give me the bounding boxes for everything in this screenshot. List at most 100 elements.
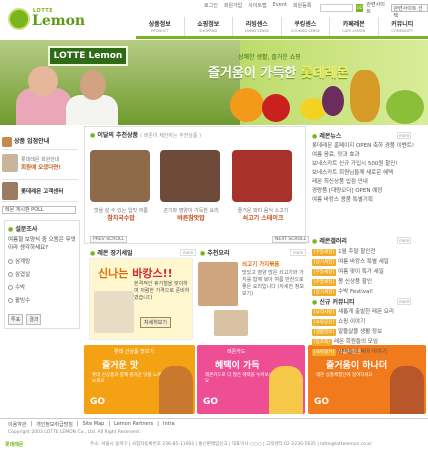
poll-vote-button[interactable]: 투표: [8, 314, 24, 325]
event-title: ● 레몬 장기세일: [90, 248, 133, 257]
footer-link-privacy[interactable]: 개인정보취급방침: [36, 421, 73, 428]
footer-link-sitemap[interactable]: Site Map: [83, 421, 105, 428]
poll-option-label: 삼겹살: [15, 272, 31, 278]
gallery-badge: [주말세일]: [312, 278, 337, 286]
site-logo[interactable]: LOTTE Lemon: [8, 6, 85, 36]
gallery-item[interactable]: [장기세일] 여름 바캉스 특별 세일: [312, 257, 426, 267]
promo-headline: 혜택이 가득: [215, 361, 260, 371]
news-item[interactable]: 레몬 최신상품 입점 안내: [312, 178, 426, 187]
nav-sublabel: PRODUCT: [151, 29, 169, 33]
footer-link-intra[interactable]: Intra: [163, 421, 175, 428]
radio-icon: [8, 271, 13, 277]
promo-banner-tasting[interactable]: 롯데 신상품 맛보기 즐거운 맛 롯데 신상품과 함께 즐거운 맛을 느껴보세요…: [84, 345, 195, 414]
community-item[interactable]: [육아일기] 엄마들의 육아 이야기: [312, 347, 426, 357]
customer-center-box[interactable]: 롯데레몬 고객센터: [2, 182, 78, 202]
board-select[interactable]: 레몬 게시판 POLL: [2, 206, 76, 214]
news-item[interactable]: 여름 음료, 맛과 효과: [312, 151, 426, 160]
radio-icon: [8, 297, 13, 303]
promo-banner-card[interactable]: 레몬카드 혜택이 가득 레몬카드로 더 많은 혜택을 누려보세요 GO: [197, 345, 305, 414]
poll-result-button[interactable]: 결과: [26, 314, 42, 325]
radio-icon: [8, 258, 13, 264]
news-item[interactable]: 보네스카트 회원님들께 새로운 혜택: [312, 169, 426, 178]
nav-sublabel: CAFE LEMON: [342, 29, 366, 33]
main-banner[interactable]: LOTTE Lemon 상쾌한 생활, 즐거운 쇼핑 즐거움이 가득한 롯데레몬: [0, 40, 428, 125]
gallery-item[interactable]: [장기세일] 수박 Festival!: [312, 287, 426, 297]
product-item[interactable]: 즐거운 파티 음식 소고기 쇠고기 스테이크: [230, 208, 296, 222]
util-link-join[interactable]: 회원가입: [224, 2, 242, 9]
poll-option[interactable]: 수박: [8, 283, 76, 291]
nav-community[interactable]: 커뮤니티 COMMUNITY: [377, 17, 427, 36]
nav-cooking[interactable]: 쿠킹센스 COOKING SENSE: [280, 17, 330, 36]
product-item[interactable]: 끈기와 영양이 가득한 요리 바른참맛밥: [158, 208, 224, 222]
event-detail-button[interactable]: 자세히보기: [140, 317, 172, 328]
poll-option[interactable]: 팥빙수: [8, 296, 76, 304]
poll-option-label: 팥빙수: [15, 298, 31, 304]
promo-go-button[interactable]: GO: [90, 397, 105, 407]
product-desc: 끈기와 영양이 가득한 요리: [163, 208, 219, 214]
gallery-item-text: 수박 Festival!: [338, 289, 374, 295]
footer-link-partners[interactable]: Lemon Partners: [114, 421, 153, 428]
product-item[interactable]: 맛을 살 수 있는 입맛 여름 참치국수밥: [88, 208, 154, 222]
product-image-sushi[interactable]: [90, 150, 150, 202]
nav-living[interactable]: 리빙센스 LIVING SENSE: [232, 17, 281, 36]
member-notice-box[interactable]: 롯데레몬 회원안내 회원에 오셨다면!: [2, 154, 78, 180]
gallery-item[interactable]: [주말세일] 봄 신상품 할인: [312, 277, 426, 287]
footer-link-terms[interactable]: 이용약관: [8, 421, 26, 428]
member-notice-link[interactable]: 회원에 오셨다면!: [21, 163, 61, 171]
promo-subtext: 롯데 신상품과 함께 즐거운 맛을 느껴보세요: [92, 373, 162, 384]
product-image-rice[interactable]: [160, 150, 220, 202]
nav-cafe[interactable]: 카페레몬 CAFE LEMON: [329, 17, 378, 36]
community-item-text: 쇼핑 이야기: [338, 319, 366, 325]
community-item[interactable]: [쇼핑공감] 쇼핑 이야기: [312, 317, 426, 327]
nav-product[interactable]: 상품정보 PRODUCT: [136, 17, 184, 36]
news-item[interactable]: 여름 바캉스 용품 특별기획: [312, 196, 426, 205]
news-more-button[interactable]: more: [397, 132, 412, 139]
gallery-badge: [주말세일]: [312, 248, 337, 256]
banner-caption-part1: 즐거움이 가득한: [208, 66, 301, 81]
event-headline-part2: 바캉스!!: [132, 267, 173, 280]
news-item[interactable]: 경량품 [대량오더] OPEN 예정: [312, 187, 426, 196]
prev-scroll-button[interactable]: PREV SCROLL: [90, 236, 127, 243]
search-input[interactable]: [320, 4, 353, 12]
shopping-guide-label: 상품 입점안내: [14, 138, 50, 145]
recipe-panel[interactable]: 쇠고기 가지볶음 맛있고 영양 많은 쇠고기와 가지를 함께 볶아 여름 반찬으…: [196, 258, 306, 340]
promo-image: [159, 366, 193, 414]
search-go-button[interactable]: GO: [355, 4, 364, 12]
promo-go-button[interactable]: GO: [314, 397, 329, 407]
event-image: [94, 291, 134, 333]
util-link-event[interactable]: Event: [273, 2, 287, 9]
event-panel[interactable]: 신나는 바캉스!! 본격적인 휴가철을 맞이하여 저렴한 가격으로 준비하였습니…: [89, 258, 193, 340]
event-more-button[interactable]: more: [180, 249, 197, 256]
related-sites-select[interactable]: 관련사이트 선택: [391, 4, 428, 19]
recommended-title-label: 이달의 추천상품: [97, 132, 139, 139]
next-scroll-button[interactable]: NEXT SCROLL: [272, 236, 310, 243]
shopping-guide-box[interactable]: 상품 입점안내: [2, 130, 78, 150]
news-item[interactable]: 롯데레몬 홈페이지 OPEN 축하 경품 이벤트!: [312, 142, 426, 151]
community-more-button[interactable]: more: [397, 298, 412, 305]
recipe-more-button[interactable]: more: [290, 249, 307, 256]
news-item[interactable]: 보네스카트 신규 가입시 500원 할인!: [312, 160, 426, 169]
gallery-more-button[interactable]: more: [397, 237, 412, 244]
util-link-login[interactable]: 로그인: [204, 2, 218, 9]
product-image-steak[interactable]: [232, 150, 292, 202]
community-item[interactable]: [동호회] 레몬 회원들의 모임: [312, 337, 426, 347]
gallery-item[interactable]: [주말세일] 여름 맞이 특가 세일: [312, 267, 426, 277]
community-item-text: 엄마들의 육아 이야기: [338, 349, 388, 355]
poll-title-label: 설문조사: [15, 226, 38, 233]
nav-shopping[interactable]: 쇼핑정보 SHOPPING: [183, 17, 233, 36]
promo-image: [269, 366, 303, 414]
community-item[interactable]: [생활정보] 알뜰살뜰 생활 정보: [312, 327, 426, 337]
promo-go-button[interactable]: GO: [203, 397, 218, 407]
poll-option[interactable]: 삼계탕: [8, 257, 76, 265]
nav-label: 리빙센스: [245, 21, 268, 28]
gallery-item[interactable]: [주말세일] 1월 주말 할인전: [312, 247, 426, 257]
community-badge: [육아일기]: [312, 348, 337, 356]
recommended-title: ● 이달의 추천상품 ( 레몬이 제안하는 추천상품 ): [90, 130, 201, 139]
member-notice-row: 롯데레몬 회원안내 회원에 오셨다면!: [2, 154, 78, 172]
community-item[interactable]: [요리사랑] 새롭게 출발한 레몬 요리: [312, 307, 426, 317]
util-link-sitemap[interactable]: 사이트맵: [248, 2, 266, 9]
gallery-item-text: 여름 바캉스 특별 세일: [338, 259, 389, 265]
poll-option[interactable]: 삼겹살: [8, 270, 76, 278]
util-link-register[interactable]: 회원등록: [293, 2, 311, 9]
footer-links: 이용약관 | 개인정보취급방침 | Site Map | Lemon Partners…: [8, 421, 175, 428]
